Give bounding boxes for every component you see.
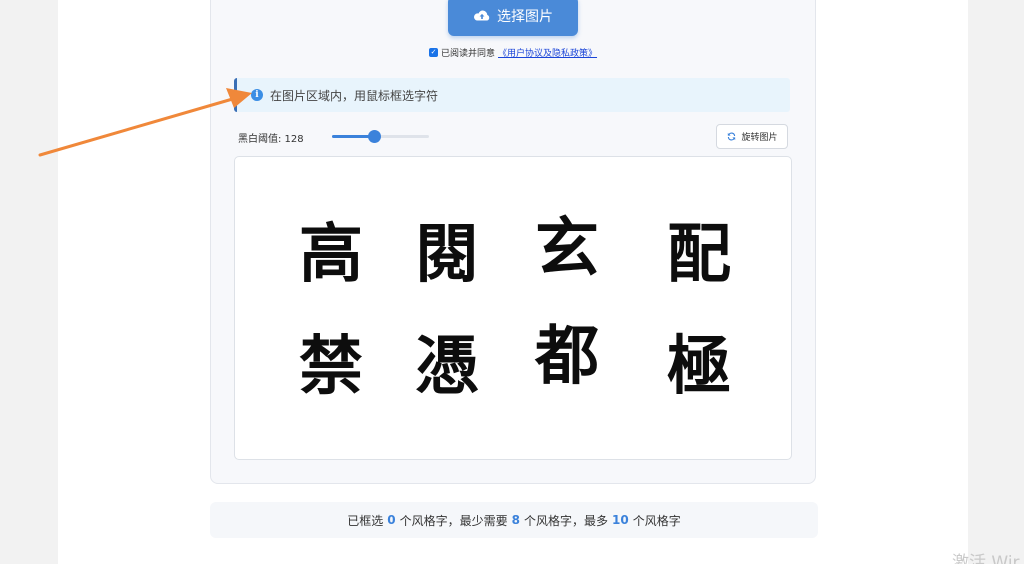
info-text: 在图片区域内，用鼠标框选字符 [270, 88, 439, 103]
character-glyph: 配 [667, 217, 731, 292]
rotate-image-label: 旋转图片 [741, 133, 778, 143]
character-glyph: 閱 [415, 217, 479, 292]
selected-count: 0 [387, 513, 396, 527]
agreement-text: 已阅读并同意 [441, 48, 496, 59]
character-glyph: 高 [299, 217, 363, 292]
select-image-button[interactable]: 选择图片 [448, 0, 578, 36]
character-glyph: 禁 [299, 329, 363, 404]
rotate-image-button[interactable]: 旋转图片 [716, 124, 788, 149]
minimum-count: 8 [511, 513, 520, 527]
slider-thumb[interactable] [367, 130, 381, 143]
maximum-count: 10 [612, 513, 629, 527]
image-selection-area[interactable]: 高 閱 玄 配 禁 憑 都 極 [234, 156, 792, 460]
selection-status-bar: 已框选 0 个风格字，最少需要 8 个风格字，最多 10 个风格字 [210, 502, 818, 538]
agreement-row: ✓ 已阅读并同意 《用户协议及隐私政策》 [429, 45, 597, 59]
character-glyph: 憑 [415, 329, 479, 404]
select-image-label: 选择图片 [497, 9, 553, 25]
refresh-icon [728, 132, 736, 141]
threshold-label: 黑白阈值: 128 [238, 134, 304, 145]
status-text: 个风格字，最多 [524, 513, 609, 528]
cloud-upload-icon [474, 10, 490, 21]
info-icon: i [251, 89, 263, 101]
agreement-link[interactable]: 《用户协议及隐私政策》 [498, 46, 597, 59]
character-glyph: 玄 [535, 211, 599, 286]
activation-watermark: 激活 Wir [952, 553, 1020, 564]
status-text: 个风格字，最少需要 [399, 513, 508, 528]
status-text: 个风格字 [632, 513, 681, 528]
status-text: 已框选 [347, 513, 384, 528]
threshold-slider[interactable] [332, 128, 429, 144]
agreement-checkbox[interactable]: ✓ [429, 47, 438, 57]
character-glyph: 都 [535, 319, 599, 394]
info-alert: i 在图片区域内，用鼠标框选字符 [234, 78, 790, 112]
character-glyph: 極 [667, 329, 731, 404]
